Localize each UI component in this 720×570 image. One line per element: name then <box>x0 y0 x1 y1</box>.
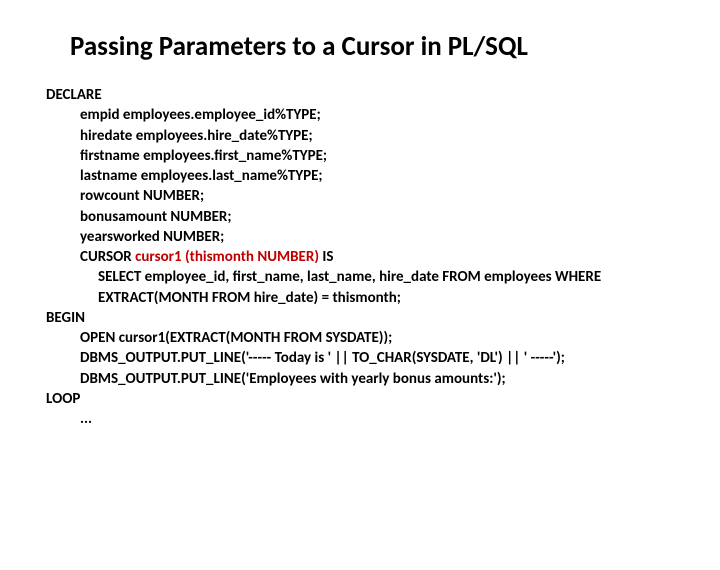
code-line: yearsworked NUMBER; <box>46 227 720 247</box>
highlighted-text: cursor1 (thismonth NUMBER) <box>135 248 322 266</box>
code-line: EXTRACT(MONTH FROM hire_date) = thismont… <box>46 288 720 308</box>
code-line: BEGIN <box>46 308 720 328</box>
slide-title: Passing Parameters to a Cursor in PL/SQL <box>70 30 720 63</box>
code-line: empid employees.employee_id%TYPE; <box>46 105 720 125</box>
code-line: firstname employees.first_name%TYPE; <box>46 146 720 166</box>
code-line: ... <box>46 409 720 429</box>
code-line: DBMS_OUTPUT.PUT_LINE('----- Today is ' |… <box>46 348 720 368</box>
code-line: OPEN cursor1(EXTRACT(MONTH FROM SYSDATE)… <box>46 328 720 348</box>
code-line: rowcount NUMBER; <box>46 186 720 206</box>
code-line: DECLARE <box>46 85 720 105</box>
code-line: SELECT employee_id, first_name, last_nam… <box>46 267 720 287</box>
code-line: hiredate employees.hire_date%TYPE; <box>46 126 720 146</box>
code-line: lastname employees.last_name%TYPE; <box>46 166 720 186</box>
code-line: DBMS_OUTPUT.PUT_LINE('Employees with yea… <box>46 369 720 389</box>
code-block: DECLARE empid employees.employee_id%TYPE… <box>46 85 720 429</box>
code-line: bonusamount NUMBER; <box>46 207 720 227</box>
code-line: CURSOR cursor1 (thismonth NUMBER) IS <box>46 247 720 267</box>
code-line: LOOP <box>46 389 720 409</box>
